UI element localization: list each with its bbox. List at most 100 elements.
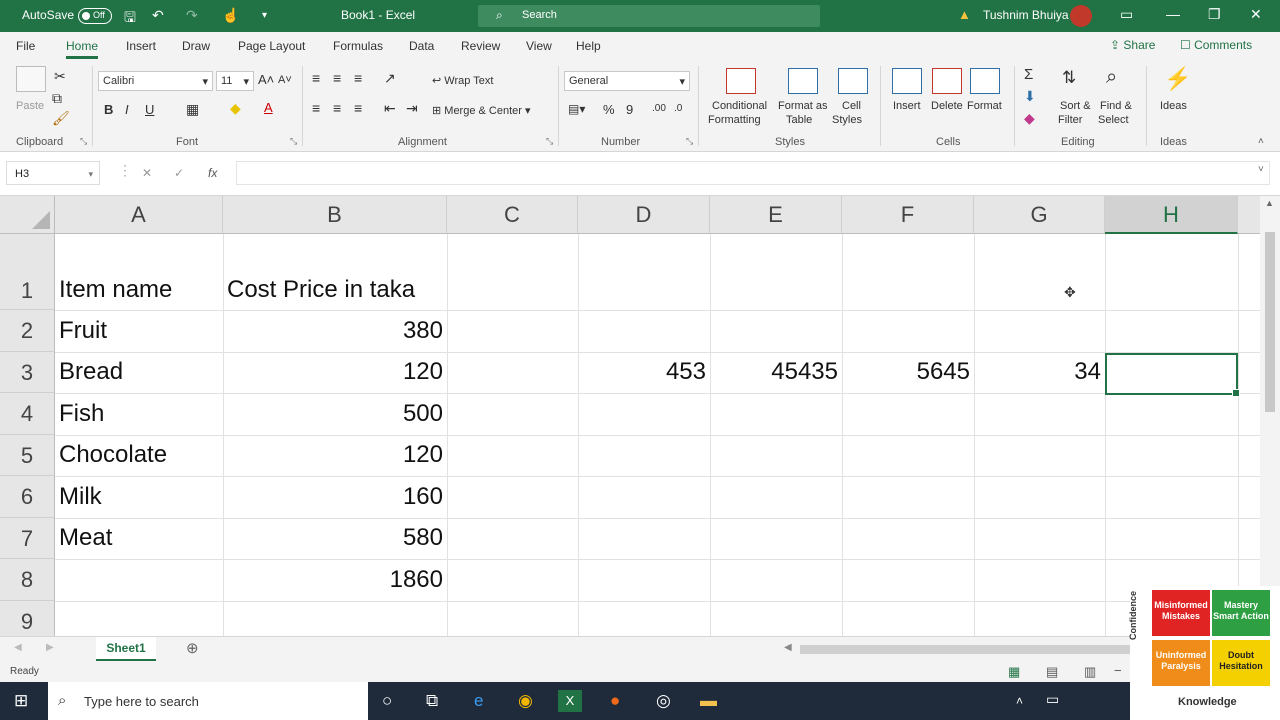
font-color-icon[interactable]: A: [264, 100, 273, 115]
new-sheet-icon[interactable]: ⊕: [186, 639, 199, 657]
increase-indent-icon[interactable]: ⇥: [406, 100, 418, 117]
tab-data[interactable]: Data: [409, 39, 434, 53]
row-header-8[interactable]: 8: [0, 559, 55, 601]
close-icon[interactable]: ✕: [1250, 6, 1262, 23]
cell-b8[interactable]: 1860: [223, 566, 447, 594]
delete-cells-icon[interactable]: [932, 68, 962, 94]
number-launcher-icon[interactable]: ⤡: [686, 136, 693, 147]
formula-input[interactable]: [236, 161, 1270, 185]
insert-function-icon[interactable]: fx: [208, 166, 217, 180]
taskbar-search-box[interactable]: ⌕ Type here to search: [48, 682, 368, 720]
save-icon[interactable]: 🖫: [124, 7, 136, 31]
cell-styles-icon[interactable]: [838, 68, 868, 94]
delete-cells-label[interactable]: Delete: [931, 100, 963, 112]
undo-icon[interactable]: ↶: [152, 7, 164, 24]
page-break-view-icon[interactable]: ▥: [1084, 664, 1096, 680]
font-family-select[interactable]: Calibri ▾: [98, 71, 213, 91]
row-header-3[interactable]: 3: [0, 352, 55, 393]
sort-filter-label-2[interactable]: Filter: [1058, 114, 1082, 126]
decrease-font-icon[interactable]: A˅: [278, 74, 292, 86]
orientation-icon[interactable]: ↗: [384, 70, 396, 87]
cell-a5[interactable]: Chocolate: [55, 441, 171, 469]
column-header-d[interactable]: D: [578, 196, 710, 234]
cell-b5[interactable]: 120: [223, 441, 447, 469]
format-as-table-icon[interactable]: [788, 68, 818, 94]
cortana-icon[interactable]: ○: [382, 691, 392, 711]
row-header-7[interactable]: 7: [0, 518, 55, 559]
share-button[interactable]: ⇪ Share: [1110, 38, 1155, 52]
cell-b3[interactable]: 120: [223, 358, 447, 386]
column-header-partial[interactable]: [1238, 196, 1260, 234]
minimize-icon[interactable]: —: [1166, 6, 1180, 22]
row-header-9[interactable]: 9: [0, 601, 55, 636]
battery-icon[interactable]: ▭: [1046, 691, 1059, 708]
format-as-table-label-1[interactable]: Format as: [778, 100, 828, 112]
alignment-launcher-icon[interactable]: ⤡: [546, 136, 553, 147]
sheet-tab-sheet1[interactable]: Sheet1: [96, 637, 156, 661]
cell-a4[interactable]: Fish: [55, 400, 108, 428]
warning-icon[interactable]: ▲: [958, 7, 971, 22]
ideas-label[interactable]: Ideas: [1160, 100, 1187, 112]
windows-start-icon[interactable]: ⊞: [14, 691, 28, 711]
worksheet-grid[interactable]: A B C D E F G H 1 2 3 4 5 6 7 8 9 Item n…: [0, 196, 1260, 636]
user-name[interactable]: Tushnim Bhuiya: [983, 8, 1069, 22]
decrease-indent-icon[interactable]: ⇤: [384, 100, 396, 117]
column-header-a[interactable]: A: [55, 196, 223, 234]
format-painter-icon[interactable]: 🖌: [52, 110, 70, 127]
font-size-select[interactable]: 11 ▾: [216, 71, 254, 91]
cancel-icon[interactable]: ✕: [142, 166, 152, 180]
merge-center-button[interactable]: ⊞ Merge & Center ▾: [432, 104, 531, 117]
formula-bar-handle-icon[interactable]: ⋮: [118, 162, 132, 179]
conditional-formatting-icon[interactable]: [726, 68, 756, 94]
cell-styles-label-2[interactable]: Styles: [832, 114, 862, 126]
autosum-icon[interactable]: Σ: [1024, 66, 1033, 83]
clipboard-launcher-icon[interactable]: ⤡: [80, 136, 87, 147]
touch-mode-icon[interactable]: ☝: [222, 7, 239, 24]
normal-view-icon[interactable]: ▦: [1008, 664, 1020, 680]
column-header-c[interactable]: C: [447, 196, 578, 234]
paste-icon[interactable]: [16, 66, 46, 92]
collapse-ribbon-icon[interactable]: ˄: [1258, 136, 1264, 147]
align-center-icon[interactable]: ≡: [333, 100, 341, 116]
increase-font-icon[interactable]: A˄: [258, 72, 274, 87]
wrap-text-button[interactable]: ↩ Wrap Text: [432, 74, 493, 87]
scroll-thumb[interactable]: [1265, 232, 1275, 412]
enter-icon[interactable]: ✓: [174, 166, 184, 180]
tab-page-layout[interactable]: Page Layout: [238, 39, 305, 53]
column-header-f[interactable]: F: [842, 196, 974, 234]
sort-filter-label-1[interactable]: Sort &: [1060, 100, 1091, 112]
cell-f3[interactable]: 5645: [842, 358, 974, 386]
align-right-icon[interactable]: ≡: [354, 100, 362, 116]
tab-home[interactable]: Home: [66, 39, 99, 59]
column-header-e[interactable]: E: [710, 196, 842, 234]
fill-color-icon[interactable]: ◆: [230, 100, 241, 117]
cell-e3[interactable]: 45435: [710, 358, 842, 386]
find-select-label-1[interactable]: Find &: [1100, 100, 1132, 112]
format-cells-label[interactable]: Format: [967, 100, 1002, 112]
decrease-decimal-icon[interactable]: .0: [674, 103, 682, 114]
tab-help[interactable]: Help: [576, 39, 601, 53]
cell-styles-label-1[interactable]: Cell: [842, 100, 861, 112]
cell-b6[interactable]: 160: [223, 483, 447, 511]
align-left-icon[interactable]: ≡: [312, 100, 320, 116]
expand-formula-bar-icon[interactable]: ˅: [1258, 164, 1264, 175]
cell-b7[interactable]: 580: [223, 524, 447, 552]
font-launcher-icon[interactable]: ⤡: [290, 136, 297, 147]
chrome-icon[interactable]: ◉: [518, 691, 533, 711]
row-header-1[interactable]: 1: [0, 234, 55, 310]
task-view-icon[interactable]: ⧉: [426, 691, 438, 711]
find-select-icon[interactable]: ⌕: [1106, 66, 1117, 89]
clear-icon[interactable]: ◆: [1024, 110, 1035, 127]
avatar[interactable]: [1070, 5, 1092, 27]
row-header-4[interactable]: 4: [0, 393, 55, 435]
cell-a6[interactable]: Milk: [55, 483, 106, 511]
cell-a1[interactable]: Item name: [55, 276, 176, 304]
accounting-format-icon[interactable]: ▤▾: [568, 102, 585, 116]
column-header-g[interactable]: G: [974, 196, 1105, 234]
comments-button[interactable]: ☐ Comments: [1180, 38, 1252, 52]
cell-a7[interactable]: Meat: [55, 524, 116, 552]
zoom-out-icon[interactable]: −: [1114, 663, 1122, 678]
autosave-toggle[interactable]: Off: [78, 8, 112, 24]
column-header-b[interactable]: B: [223, 196, 447, 234]
format-as-table-label-2[interactable]: Table: [786, 114, 812, 126]
